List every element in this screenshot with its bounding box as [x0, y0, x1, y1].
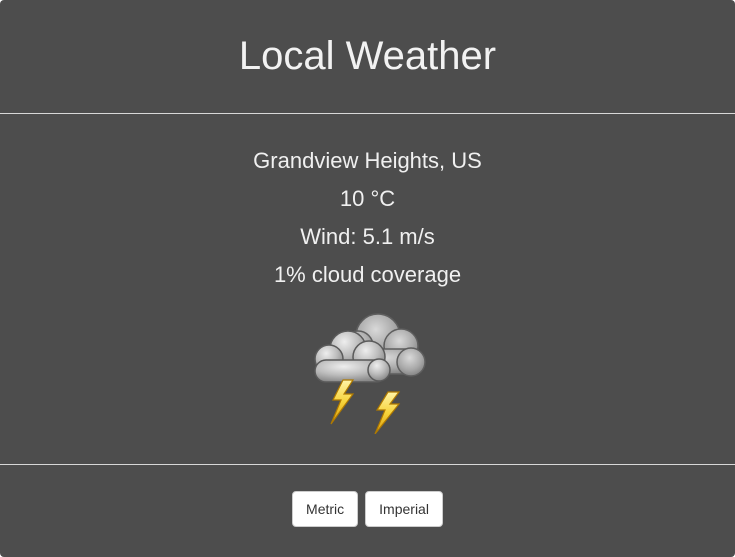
weather-panel: Local Weather Grandview Heights, US 10 °…: [0, 0, 735, 557]
unit-toggle-bar: Metric Imperial: [0, 465, 735, 557]
weather-details: Grandview Heights, US 10 °C Wind: 5.1 m/…: [0, 114, 735, 465]
wind-text: Wind: 5.1 m/s: [300, 224, 435, 249]
page-title: Local Weather: [238, 34, 497, 78]
location-text: Grandview Heights, US: [253, 148, 482, 173]
panel-header: Local Weather: [0, 0, 735, 114]
imperial-button[interactable]: Imperial: [365, 491, 443, 527]
metric-button[interactable]: Metric: [292, 491, 359, 527]
temperature-text: 10 °C: [339, 186, 396, 211]
cloud-coverage-text: 1% cloud coverage: [273, 262, 462, 287]
weather-icon-container: [0, 304, 735, 434]
thunderstorm-icon: [313, 313, 426, 434]
